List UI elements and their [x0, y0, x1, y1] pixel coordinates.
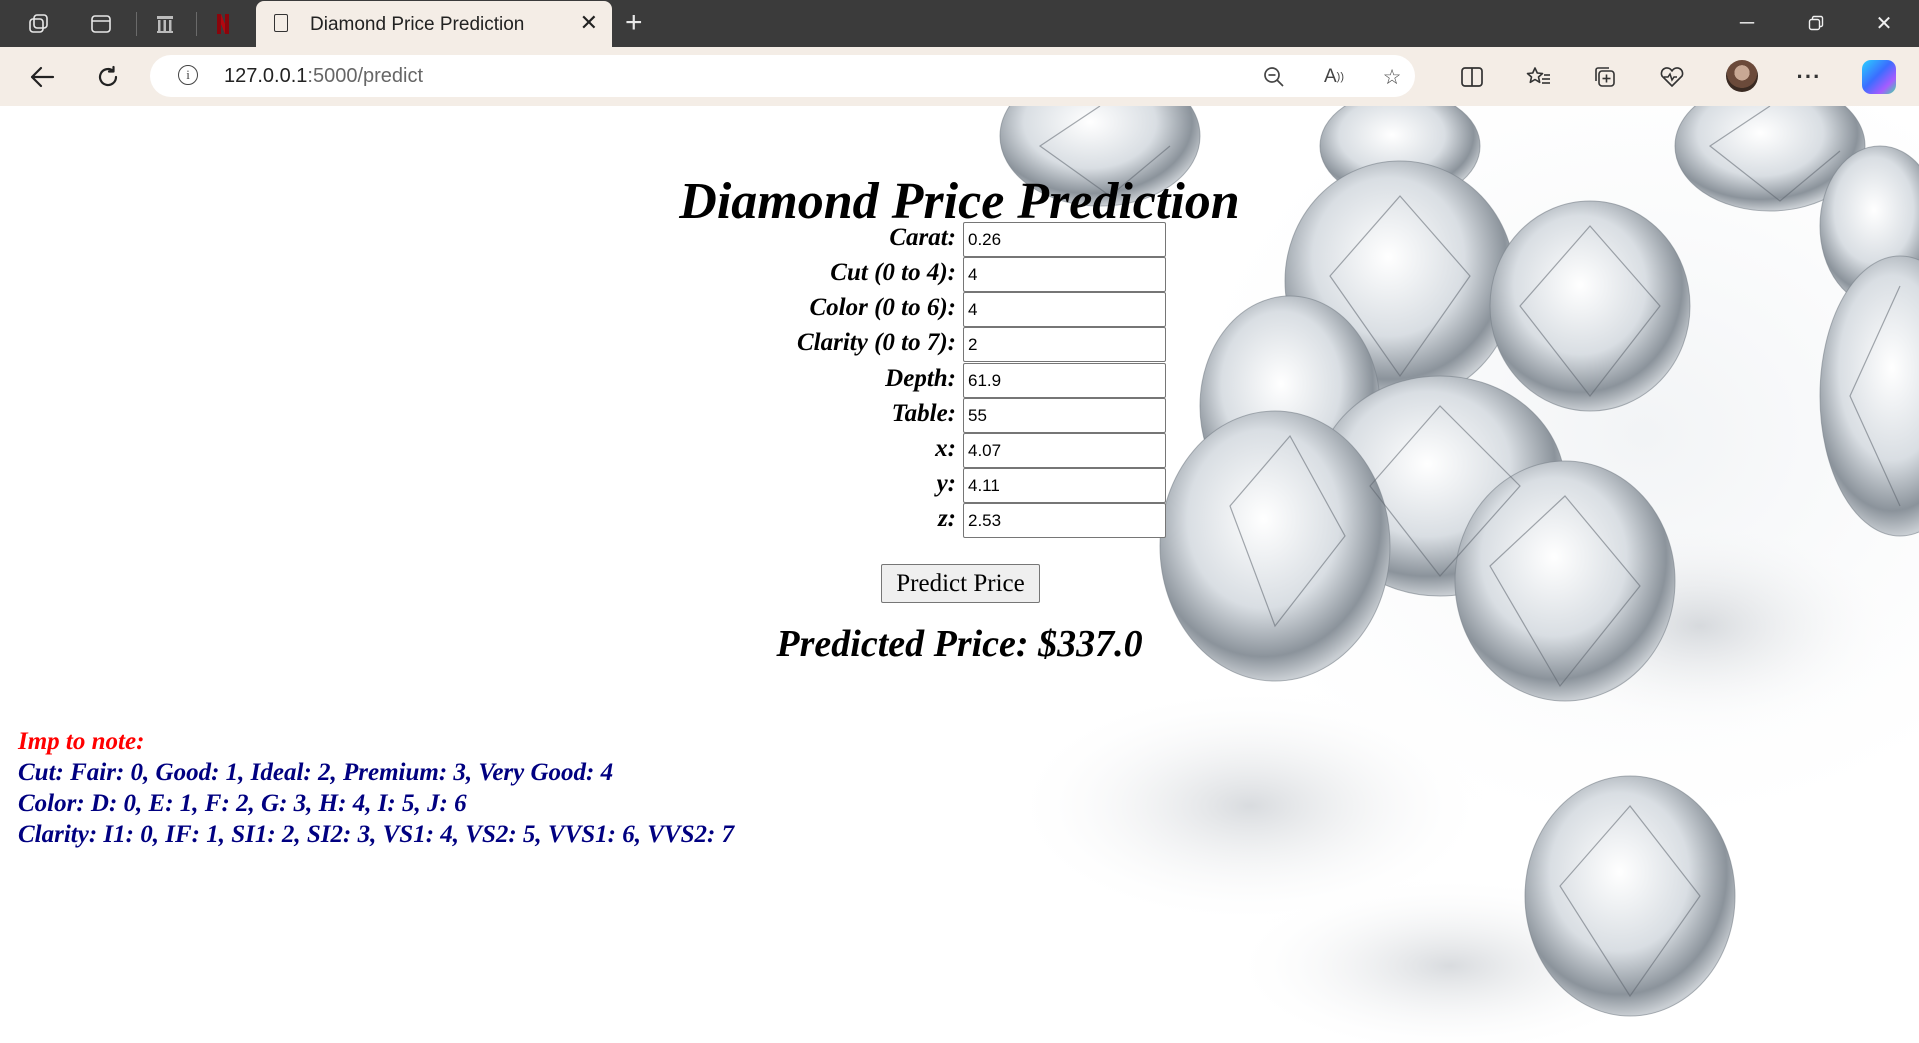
address-bar[interactable]: i 127.0.0.1:5000/predict A)) ☆ — [150, 55, 1415, 97]
more-icon[interactable]: ··· — [1793, 61, 1825, 93]
workspaces-icon[interactable] — [24, 9, 54, 39]
form-row-carat: Carat: — [0, 222, 1919, 257]
depth-label: Depth: — [885, 365, 956, 392]
restore-button[interactable] — [1796, 8, 1836, 38]
star-icon[interactable]: ☆ — [1378, 63, 1406, 91]
back-arrow-icon[interactable] — [25, 60, 59, 94]
x-label: x: — [935, 435, 956, 462]
table-label: Table: — [891, 400, 956, 427]
color-label: Color (0 to 6): — [809, 294, 956, 321]
split-screen-icon[interactable] — [1456, 61, 1488, 93]
close-window-button[interactable]: ✕ — [1864, 8, 1904, 38]
tab-diamond-price-prediction[interactable]: Diamond Price Prediction ✕ — [256, 1, 612, 47]
clarity-input[interactable] — [963, 327, 1166, 362]
y-input[interactable] — [963, 468, 1166, 503]
tab-separator — [196, 12, 197, 36]
netflix-icon[interactable] — [208, 9, 238, 39]
y-label: y: — [936, 470, 956, 497]
clarity-label: Clarity (0 to 7): — [796, 329, 956, 356]
avatar[interactable] — [1726, 60, 1758, 92]
url-path: :5000/predict — [307, 65, 424, 87]
carat-label: Carat: — [889, 224, 956, 251]
form-row-x: x: — [0, 433, 1919, 468]
note-heading: Imp to note: — [18, 728, 145, 755]
form-row-clarity: Clarity (0 to 7): — [0, 327, 1919, 362]
x-input[interactable] — [963, 433, 1166, 468]
note-color-legend: Color: D: 0, E: 1, F: 2, G: 3, H: 4, I: … — [18, 790, 467, 817]
favorites-icon[interactable] — [1523, 61, 1555, 93]
z-label: z: — [937, 505, 956, 532]
form-row-z: z: — [0, 503, 1919, 538]
predicted-price-result: Predicted Price: $337.0 — [776, 623, 1143, 665]
carat-input[interactable] — [963, 222, 1166, 257]
predict-price-button[interactable]: Predict Price — [881, 564, 1040, 603]
copilot-icon[interactable] — [1862, 60, 1896, 94]
browser-essentials-icon[interactable] — [1656, 61, 1688, 93]
page-viewport: Diamond Price Prediction Carat: Cut (0 t… — [0, 106, 1919, 1043]
tab-title: Diamond Price Prediction — [310, 14, 525, 35]
note-cut-legend: Cut: Fair: 0, Good: 1, Ideal: 2, Premium… — [18, 759, 614, 786]
cut-input[interactable] — [963, 257, 1166, 292]
depth-input[interactable] — [963, 363, 1166, 398]
cut-label: Cut (0 to 4): — [830, 259, 956, 286]
form-row-y: y: — [0, 468, 1919, 503]
minimize-button[interactable]: ─ — [1727, 8, 1767, 38]
address-toolbar: i 127.0.0.1:5000/predict A)) ☆ ··· — [0, 47, 1919, 107]
table-input[interactable] — [963, 398, 1166, 433]
form-row-depth: Depth: — [0, 363, 1919, 398]
refresh-icon[interactable] — [91, 60, 125, 94]
z-input[interactable] — [963, 503, 1166, 538]
close-icon[interactable]: ✕ — [580, 10, 598, 36]
form-row-table: Table: — [0, 398, 1919, 433]
url-text[interactable]: 127.0.0.1:5000/predict — [224, 65, 423, 88]
zoom-out-icon[interactable] — [1260, 63, 1288, 91]
form-row-cut: Cut (0 to 4): — [0, 257, 1919, 292]
new-tab-button[interactable]: + — [625, 6, 643, 40]
page-icon — [274, 14, 288, 32]
info-icon[interactable]: i — [178, 65, 198, 85]
form-row-color: Color (0 to 6): — [0, 292, 1919, 327]
library-icon[interactable] — [150, 9, 180, 39]
tab-separator — [136, 12, 137, 36]
tab-bar: Diamond Price Prediction ✕ + ─ ✕ — [0, 0, 1919, 47]
color-input[interactable] — [963, 292, 1166, 327]
note-clarity-legend: Clarity: I1: 0, IF: 1, SI1: 2, SI2: 3, V… — [18, 821, 735, 848]
read-aloud-icon[interactable]: A)) — [1320, 63, 1348, 91]
tab-actions-icon[interactable] — [86, 9, 116, 39]
collections-icon[interactable] — [1589, 61, 1621, 93]
url-host: 127.0.0.1 — [224, 65, 308, 87]
